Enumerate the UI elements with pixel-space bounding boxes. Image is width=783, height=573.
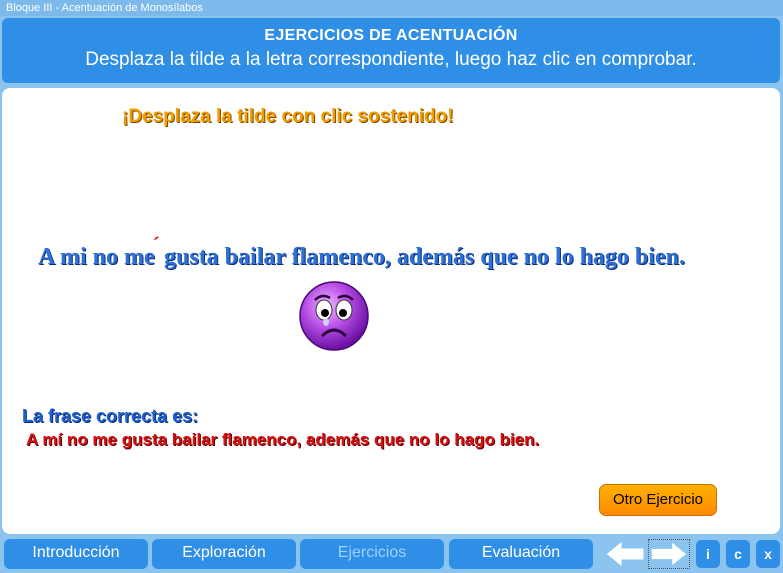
header-banner: EJERCICIOS DE ACENTUACIÓN Desplaza la ti… (2, 18, 780, 83)
sentence-before: A mi no me (38, 244, 155, 270)
arrow-right-icon (650, 540, 688, 568)
tab-evaluacion[interactable]: Evaluación (449, 539, 593, 569)
page-subtitle: Desplaza la tilde a la letra correspondi… (85, 49, 697, 70)
sad-face-icon (299, 281, 369, 351)
sentence-after: gusta bailar flamenco, además que no lo … (164, 244, 685, 270)
instruction-text: ¡Desplaza la tilde con clic sostenido! (122, 106, 454, 127)
exercise-sentence: A mi no me´ gusta bailar flamenco, además… (38, 232, 685, 271)
exercise-panel: ¡Desplaza la tilde con clic sostenido! A… (2, 88, 780, 534)
close-button[interactable]: x (756, 540, 780, 568)
credits-button[interactable]: c (726, 540, 750, 568)
correct-sentence: A mí no me gusta bailar flamenco, además… (26, 430, 540, 449)
draggable-tilde[interactable]: ´ (153, 232, 160, 258)
arrow-left-icon[interactable] (604, 539, 646, 569)
correct-label: La frase correcta es: (22, 406, 199, 426)
page-title: EJERCICIOS DE ACENTUACIÓN (264, 27, 518, 44)
info-button[interactable]: i (696, 540, 720, 568)
tab-exploracion[interactable]: Exploración (152, 539, 296, 569)
tab-introduccion[interactable]: Introducción (4, 539, 148, 569)
next-button-frame[interactable] (648, 539, 690, 569)
window-title: Bloque III - Acentuación de Monosílabos (0, 0, 783, 16)
tab-ejercicios[interactable]: Ejercicios (300, 539, 444, 569)
otro-ejercicio-button[interactable]: Otro Ejercicio (599, 484, 717, 516)
